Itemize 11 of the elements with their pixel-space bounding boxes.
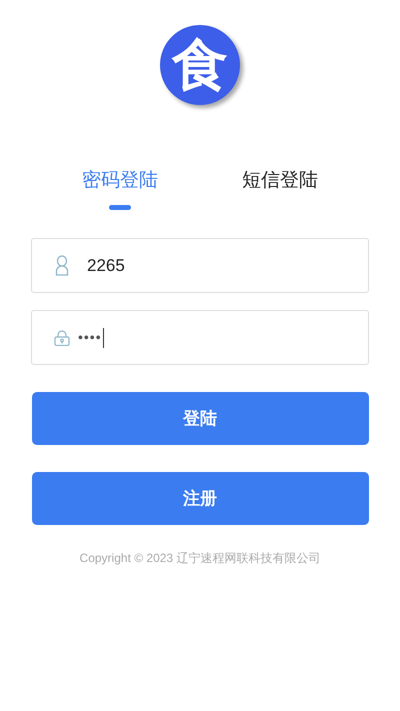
login-button[interactable]: 登陆 bbox=[32, 392, 368, 445]
copyright-text: Copyright © 2023 辽宁速程网联科技有限公司 bbox=[80, 550, 320, 567]
login-tab[interactable]: 密码登陆 bbox=[82, 167, 158, 195]
password-field[interactable]: •••• bbox=[31, 310, 369, 365]
username-field[interactable]: 2265 bbox=[31, 238, 369, 293]
tab-indicator bbox=[109, 205, 131, 210]
logo: 食 bbox=[160, 25, 240, 105]
user-icon bbox=[55, 254, 69, 276]
lock-icon bbox=[54, 330, 70, 346]
register-button[interactable]: 注册 bbox=[32, 472, 368, 525]
login-tab[interactable]: 短信登陆 bbox=[242, 167, 318, 195]
